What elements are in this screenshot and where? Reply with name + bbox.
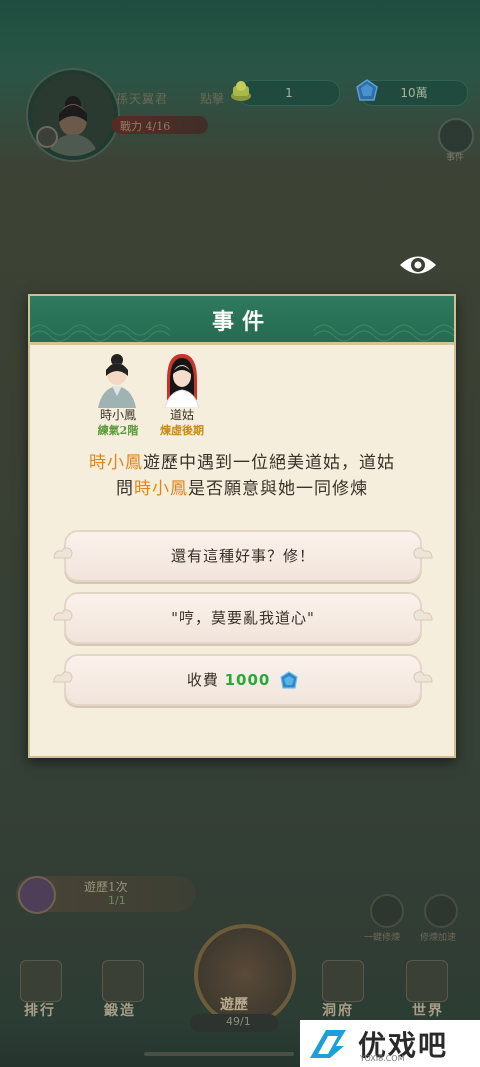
speed-up-icon[interactable] — [424, 894, 458, 928]
rank-scroll-icon[interactable] — [20, 960, 62, 1002]
stamina-bar: 49/1 — [190, 1014, 278, 1032]
jade-coin-icon — [231, 81, 251, 101]
character-portrait-shi-xiaofeng — [98, 354, 136, 408]
event-button-label: 事件 — [445, 153, 464, 163]
power-label: 戰力 4/16 — [120, 120, 171, 133]
event-text-name-2: 時小鳳 — [134, 479, 188, 499]
event-text-name-1: 時小鳳 — [89, 453, 143, 473]
watermark-sub: YOXI8.COM — [360, 1054, 405, 1063]
gem-count: 10萬 — [400, 86, 428, 100]
nav-bag[interactable]: 洞府 — [322, 1000, 354, 1020]
blue-gem-icon — [356, 79, 378, 101]
choice-charge-cost: 1000 — [224, 671, 271, 689]
settings-gear-icon[interactable] — [36, 126, 58, 148]
player-name: 孫天翼君 — [116, 92, 169, 106]
purple-gem-icon — [18, 876, 56, 914]
speed-up-label: 修煉加速 — [420, 933, 457, 943]
character-name-2: 道姑 — [169, 408, 194, 422]
home-indicator — [144, 1052, 294, 1056]
event-text-line2: 是否願意與她一同修煉 — [188, 479, 368, 499]
choice-charge-label: 收費 — [186, 671, 219, 689]
choice-refuse-button[interactable]: "哼，莫要亂我道心" — [53, 592, 433, 644]
character-name-1: 時小鳳 — [99, 408, 136, 422]
world-icon[interactable] — [406, 960, 448, 1002]
cloud-deco-icon — [53, 671, 73, 683]
nav-center-label: 遊歷 — [220, 997, 248, 1013]
travel-title: 遊歷1次 — [84, 880, 128, 894]
cloud-deco-icon — [53, 609, 73, 621]
event-text-line2-pre: 問 — [116, 479, 134, 499]
nav-forge[interactable]: 鍛造 — [104, 1000, 136, 1020]
event-description: 時小鳳遊歷中遇到一位絕美道姑，道姑 問時小鳳是否願意與她一同修煉 — [54, 450, 430, 502]
character-rank-2: 煉虛後期 — [160, 424, 204, 437]
cloud-deco-icon — [413, 547, 433, 559]
cloud-deco-icon — [53, 547, 73, 559]
event-button[interactable] — [438, 118, 474, 154]
bag-icon[interactable] — [322, 960, 364, 1002]
choice-accept-label: 還有這種好事？修！ — [170, 547, 315, 565]
eye-icon[interactable] — [398, 250, 438, 280]
watermark-logo-icon — [310, 1030, 346, 1058]
choice-charge-button[interactable]: 收費 1000 — [53, 654, 433, 706]
choice-refuse-label: "哼，莫要亂我道心" — [171, 609, 315, 627]
character-rank-1: 練氣2階 — [97, 424, 139, 437]
forge-icon[interactable] — [102, 960, 144, 1002]
nav-rank[interactable]: 排行 — [24, 1000, 56, 1020]
nav-world[interactable]: 世界 — [412, 1000, 444, 1020]
travel-count: 1/1 — [108, 894, 126, 907]
dialog-header: 事件 — [30, 296, 454, 345]
event-text-line1: 遊歷中遇到一位絕美道姑，道姑 — [143, 453, 395, 473]
auto-cultivate-icon[interactable] — [370, 894, 404, 928]
choice-accept-button[interactable]: 還有這種好事？修！ — [53, 530, 433, 582]
player-sub-label: 點擊 — [200, 92, 225, 106]
character-portrait-daogu — [164, 354, 200, 408]
cloud-deco-icon — [413, 671, 433, 683]
dialog-title: 事件 — [211, 309, 272, 335]
cloud-deco-icon — [413, 609, 433, 621]
event-dialog: 事件 時小鳳 練氣2階 道姑 煉虛後期 時小鳳遊歷中遇到一位絕美道姑，道姑 問時… — [28, 294, 456, 758]
blue-gem-icon — [280, 671, 298, 689]
jade-count: 1 — [285, 86, 293, 100]
power-bar: 戰力 4/16 — [112, 116, 208, 134]
stamina-count: 49/1 — [226, 1015, 251, 1028]
auto-cultivate-label: 一鍵修煉 — [364, 933, 401, 943]
